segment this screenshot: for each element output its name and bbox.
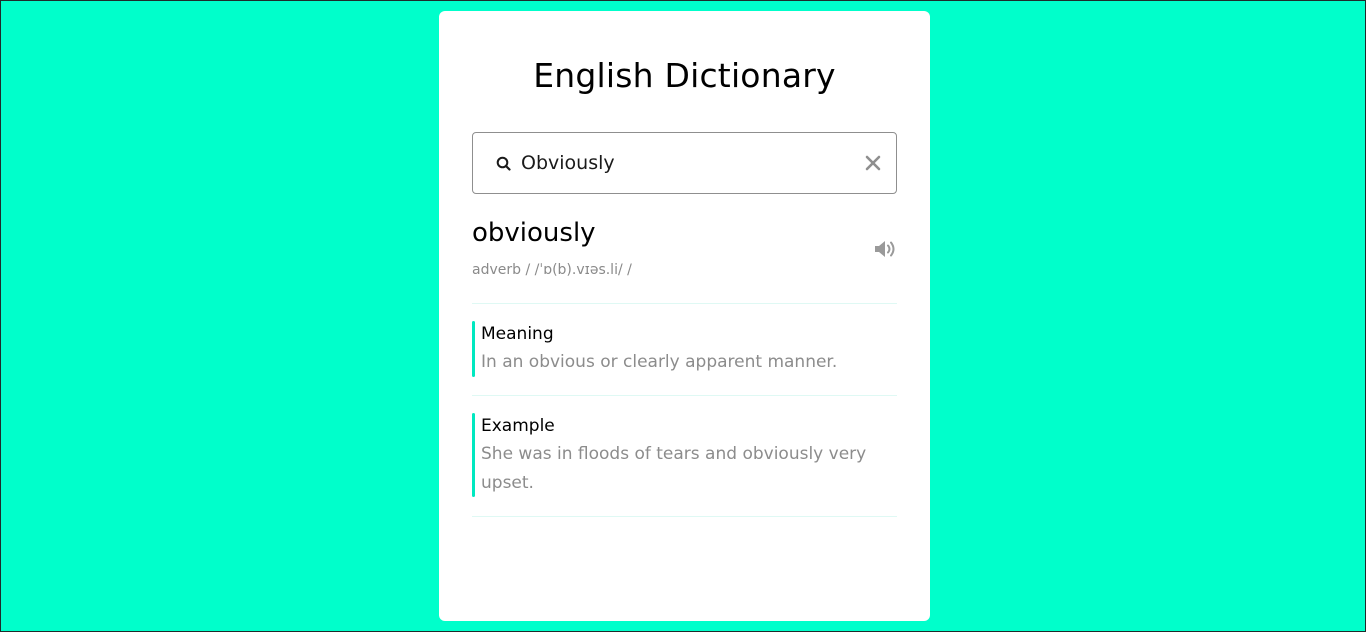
search-icon — [496, 156, 511, 171]
meaning-label: Meaning — [481, 324, 554, 344]
example-section: Example She was in floods of tears and o… — [472, 413, 897, 497]
page-background: English Dictionary obviously adverb / /ˈ… — [0, 0, 1366, 632]
search-box[interactable] — [472, 132, 897, 194]
divider — [472, 395, 897, 396]
accent-bar — [472, 413, 475, 497]
meaning-text: In an obvious or clearly apparent manner… — [481, 352, 838, 372]
word-title: obviously — [472, 218, 596, 248]
speaker-icon[interactable] — [873, 238, 899, 260]
meaning-section: Meaning In an obvious or clearly apparen… — [472, 321, 897, 377]
search-input[interactable] — [521, 147, 851, 179]
accent-bar — [472, 321, 475, 377]
example-text: She was in floods of tears and obviously… — [481, 444, 867, 493]
app-title: English Dictionary — [533, 56, 836, 95]
word-phonetics: adverb / /ˈɒ(b).vɪəs.li/ / — [472, 262, 632, 278]
divider — [472, 303, 897, 304]
close-icon[interactable] — [862, 152, 884, 174]
dictionary-card: English Dictionary obviously adverb / /ˈ… — [439, 11, 930, 621]
divider — [472, 516, 897, 517]
example-label: Example — [481, 416, 555, 436]
